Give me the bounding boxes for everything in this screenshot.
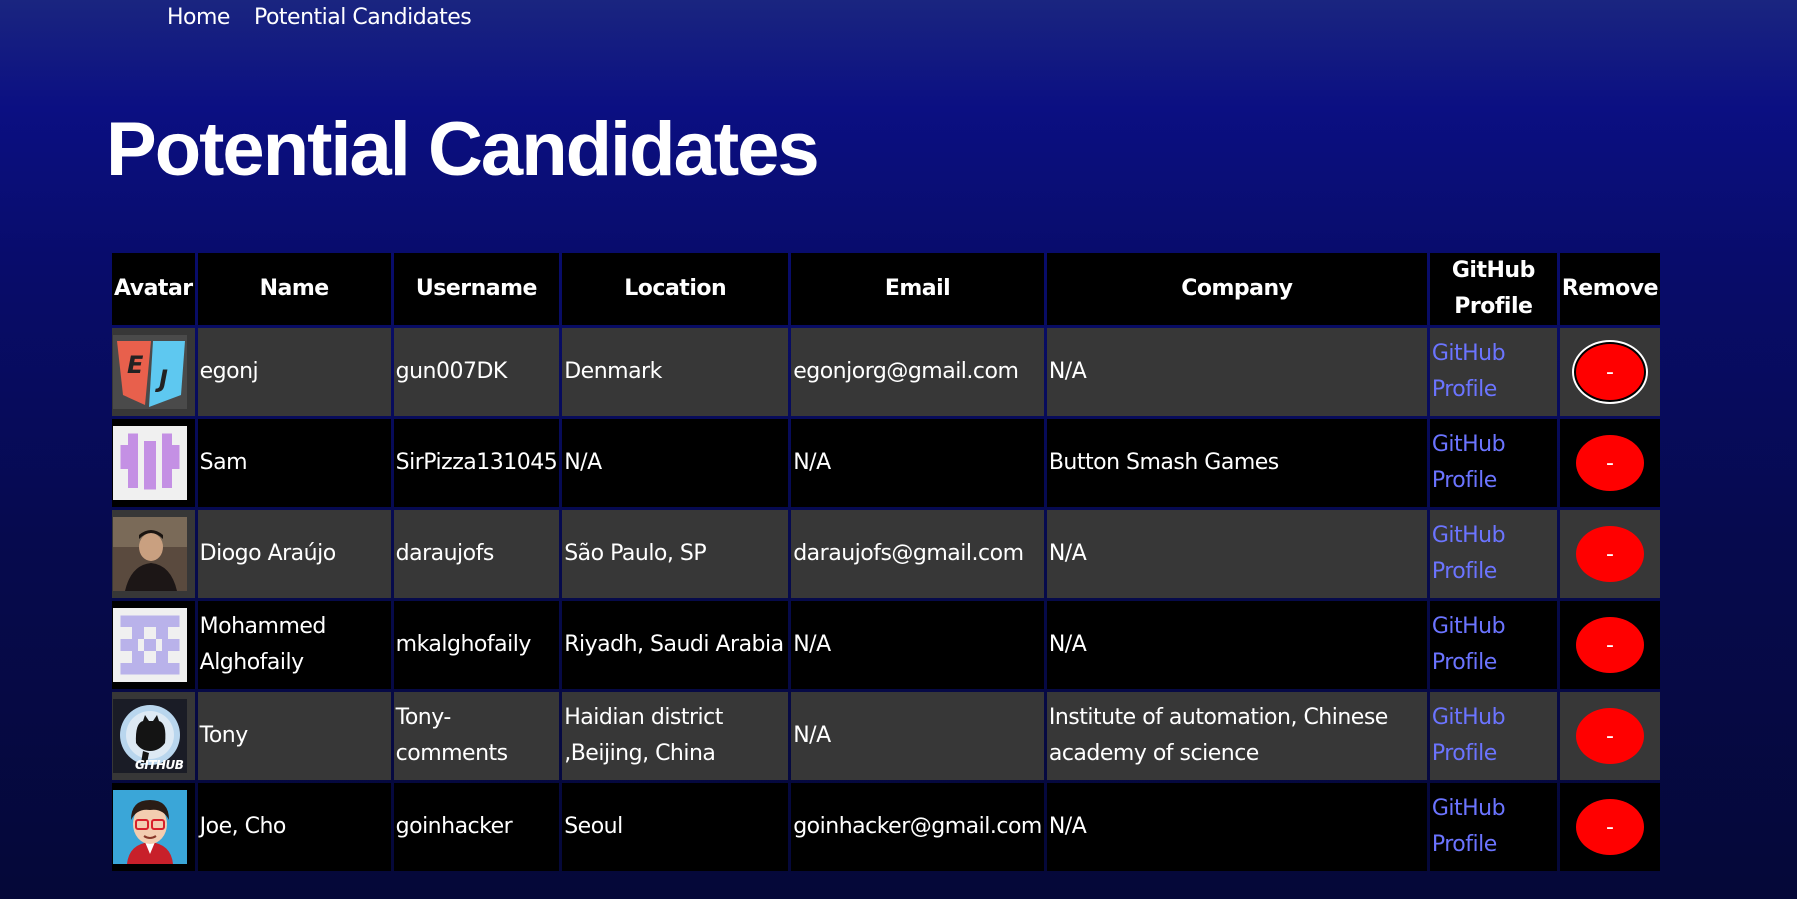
- cell-email: goinhacker@gmail.com: [791, 783, 1044, 871]
- ej-shield-avatar-icon: E J: [113, 335, 187, 409]
- candidates-table: Avatar Name Username Location Email Comp…: [109, 250, 1663, 874]
- svg-text:GITHUB: GITHUB: [135, 758, 184, 772]
- cell-location: Riyadh, Saudi Arabia: [562, 601, 789, 689]
- remove-button[interactable]: -: [1575, 526, 1644, 582]
- table-row: E J egonj gun007DK Denmark egonjorg@gmai…: [112, 328, 1661, 416]
- header-username: Username: [393, 253, 560, 325]
- cell-remove: -: [1559, 601, 1661, 689]
- cell-email: N/A: [791, 601, 1044, 689]
- github-octocat-avatar-icon: GITHUB: [113, 699, 187, 773]
- lavender-identicon-avatar-icon: [113, 608, 187, 682]
- cell-username: gun007DK: [393, 328, 560, 416]
- cell-company: Button Smash Games: [1046, 419, 1427, 507]
- nav-home-link[interactable]: Home: [167, 5, 230, 30]
- header-name: Name: [197, 253, 391, 325]
- github-profile-link[interactable]: GitHub Profile: [1432, 609, 1555, 681]
- svg-text:E: E: [127, 351, 144, 379]
- header-github-line2: Profile: [1454, 294, 1533, 319]
- cell-username: mkalghofaily: [393, 601, 560, 689]
- cell-remove: -: [1559, 328, 1661, 416]
- table-row: GITHUB Tony Tony-comments Haidian distri…: [112, 692, 1661, 780]
- github-profile-link[interactable]: GitHub Profile: [1432, 336, 1555, 408]
- cell-email: egonjorg@gmail.com: [791, 328, 1044, 416]
- cell-company: Institute of automation, Chinese academy…: [1046, 692, 1427, 780]
- table-row: Diogo Araújo daraujofs São Paulo, SP dar…: [112, 510, 1661, 598]
- cell-username: goinhacker: [393, 783, 560, 871]
- table-row: Sam SirPizza131045 N/A N/A Button Smash …: [112, 419, 1661, 507]
- cell-company: N/A: [1046, 510, 1427, 598]
- header-company: Company: [1046, 253, 1427, 325]
- cell-location: N/A: [562, 419, 789, 507]
- cell-name: Mohammed Alghofaily: [197, 601, 391, 689]
- cell-github-profile: GitHub Profile: [1429, 601, 1557, 689]
- remove-button[interactable]: -: [1575, 435, 1644, 491]
- avatar-cell: [112, 510, 195, 598]
- remove-button[interactable]: -: [1575, 708, 1644, 764]
- top-nav: Home Potential Candidates: [167, 5, 472, 30]
- cell-name: Sam: [197, 419, 391, 507]
- cell-name: Joe, Cho: [197, 783, 391, 871]
- cell-username: daraujofs: [393, 510, 560, 598]
- cell-remove: -: [1559, 692, 1661, 780]
- cell-github-profile: GitHub Profile: [1429, 328, 1557, 416]
- nav-candidates-link[interactable]: Potential Candidates: [254, 5, 472, 30]
- page-title: Potential Candidates: [106, 107, 820, 192]
- cell-github-profile: GitHub Profile: [1429, 783, 1557, 871]
- github-profile-link[interactable]: GitHub Profile: [1432, 791, 1555, 863]
- cell-location: Seoul: [562, 783, 789, 871]
- cell-github-profile: GitHub Profile: [1429, 692, 1557, 780]
- table-header-row: Avatar Name Username Location Email Comp…: [112, 253, 1661, 325]
- cell-company: N/A: [1046, 328, 1427, 416]
- cell-location: Denmark: [562, 328, 789, 416]
- cell-username: Tony-comments: [393, 692, 560, 780]
- cell-company: N/A: [1046, 601, 1427, 689]
- header-github-line1: GitHub: [1451, 258, 1535, 283]
- table-row: Joe, Cho goinhacker Seoul goinhacker@gma…: [112, 783, 1661, 871]
- table-row: Mohammed Alghofaily mkalghofaily Riyadh,…: [112, 601, 1661, 689]
- header-avatar: Avatar: [112, 253, 195, 325]
- avatar-cell: [112, 783, 195, 871]
- cartoon-avatar-icon: [113, 790, 187, 864]
- cell-name: Diogo Araújo: [197, 510, 391, 598]
- cell-email: daraujofs@gmail.com: [791, 510, 1044, 598]
- cell-location: São Paulo, SP: [562, 510, 789, 598]
- header-github-profile: GitHub Profile: [1429, 253, 1557, 325]
- cell-remove: -: [1559, 419, 1661, 507]
- avatar-cell: [112, 419, 195, 507]
- cell-company: N/A: [1046, 783, 1427, 871]
- github-profile-link[interactable]: GitHub Profile: [1432, 700, 1555, 772]
- header-email: Email: [791, 253, 1044, 325]
- github-profile-link[interactable]: GitHub Profile: [1432, 427, 1555, 499]
- cell-name: Tony: [197, 692, 391, 780]
- purple-identicon-avatar-icon: [113, 426, 187, 500]
- github-profile-link[interactable]: GitHub Profile: [1432, 518, 1555, 590]
- cell-email: N/A: [791, 419, 1044, 507]
- avatar-cell: GITHUB: [112, 692, 195, 780]
- cell-username: SirPizza131045: [393, 419, 560, 507]
- remove-button[interactable]: -: [1575, 617, 1644, 673]
- cell-remove: -: [1559, 783, 1661, 871]
- cell-email: N/A: [791, 692, 1044, 780]
- cell-name: egonj: [197, 328, 391, 416]
- header-location: Location: [562, 253, 789, 325]
- cell-location: Haidian district ,Beijing, China: [562, 692, 789, 780]
- remove-button[interactable]: -: [1575, 344, 1644, 400]
- cell-remove: -: [1559, 510, 1661, 598]
- avatar-cell: [112, 601, 195, 689]
- cell-github-profile: GitHub Profile: [1429, 419, 1557, 507]
- remove-button[interactable]: -: [1575, 799, 1644, 855]
- cell-github-profile: GitHub Profile: [1429, 510, 1557, 598]
- header-remove: Remove: [1559, 253, 1661, 325]
- photo-avatar-icon: [113, 517, 187, 591]
- avatar-cell: E J: [112, 328, 195, 416]
